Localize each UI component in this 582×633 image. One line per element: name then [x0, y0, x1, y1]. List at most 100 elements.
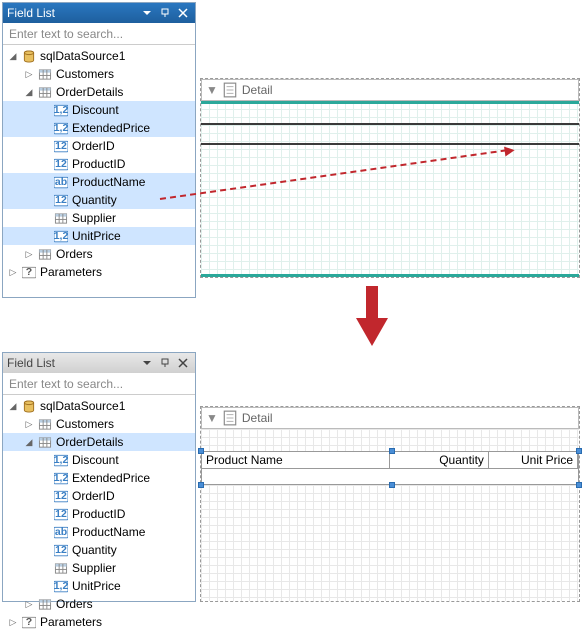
resize-handle[interactable]: [576, 448, 582, 454]
tree-node-productid[interactable]: ProductID: [3, 505, 195, 523]
expander-icon[interactable]: ◢: [23, 436, 35, 448]
report-designer-bottom[interactable]: ▼ Detail Product NameQuantityUnit Price: [200, 406, 580, 602]
tree-node-orderid[interactable]: OrderID: [3, 487, 195, 505]
node-label: OrderID: [72, 139, 115, 153]
detail-label: Detail: [242, 411, 273, 425]
expander-icon[interactable]: ▷: [7, 266, 19, 278]
tree-node-sqldatasource1[interactable]: ◢sqlDataSource1: [3, 397, 195, 415]
panel-titlebar[interactable]: Field List: [3, 3, 195, 23]
collapse-icon[interactable]: ▼: [206, 411, 218, 425]
tree-node-productname[interactable]: ProductName: [3, 523, 195, 541]
tree-node-customers[interactable]: ▷Customers: [3, 415, 195, 433]
tree-node-supplier[interactable]: Supplier: [3, 559, 195, 577]
expander-icon[interactable]: ▷: [23, 248, 35, 260]
tree-node-productid[interactable]: ProductID: [3, 155, 195, 173]
close-icon[interactable]: [175, 356, 191, 370]
table-icon: [37, 597, 53, 611]
table-icon: [37, 67, 53, 81]
tree-node-customers[interactable]: ▷Customers: [3, 65, 195, 83]
tree-node-extendedprice[interactable]: ExtendedPrice: [3, 469, 195, 487]
expander-icon[interactable]: [39, 454, 51, 466]
tree-node-orderdetails[interactable]: ◢OrderDetails: [3, 83, 195, 101]
expander-icon[interactable]: ◢: [7, 50, 19, 62]
expander-icon[interactable]: ▷: [23, 68, 35, 80]
expander-icon[interactable]: [39, 472, 51, 484]
detail-band-header[interactable]: ▼ Detail: [201, 79, 579, 101]
expander-icon[interactable]: [39, 508, 51, 520]
detail-icon: [222, 411, 238, 425]
expander-icon[interactable]: [39, 580, 51, 592]
expander-icon[interactable]: [39, 544, 51, 556]
pin-icon[interactable]: [157, 356, 173, 370]
tree-node-quantity[interactable]: Quantity: [3, 541, 195, 559]
expander-icon[interactable]: ◢: [7, 400, 19, 412]
tree-node-orderdetails[interactable]: ◢OrderDetails: [3, 433, 195, 451]
search-input[interactable]: Enter text to search...: [3, 373, 195, 395]
panel-title: Field List: [7, 356, 139, 370]
column-header[interactable]: Unit Price: [489, 452, 578, 468]
expander-icon[interactable]: [39, 140, 51, 152]
tree-node-unitprice[interactable]: UnitPrice: [3, 227, 195, 245]
expander-icon[interactable]: [39, 122, 51, 134]
expander-icon[interactable]: [39, 176, 51, 188]
field-tree[interactable]: ◢sqlDataSource1▷Customers◢OrderDetailsDi…: [3, 45, 195, 283]
tree-node-orders[interactable]: ▷Orders: [3, 595, 195, 613]
resize-handle[interactable]: [198, 448, 204, 454]
field-tree[interactable]: ◢sqlDataSource1▷Customers◢OrderDetails Di…: [3, 395, 195, 633]
node-label: Discount: [72, 453, 119, 467]
resize-handle[interactable]: [198, 482, 204, 488]
expander-icon[interactable]: [39, 194, 51, 206]
node-label: Supplier: [72, 211, 116, 225]
expander-icon[interactable]: ▷: [7, 616, 19, 628]
table-icon: [53, 211, 69, 225]
detail-band-header[interactable]: ▼ Detail: [201, 407, 579, 429]
resize-handle[interactable]: [389, 482, 395, 488]
expander-icon[interactable]: [39, 104, 51, 116]
tree-node-quantity[interactable]: Quantity: [3, 191, 195, 209]
column-header[interactable]: Product Name: [202, 452, 390, 468]
tree-node-discount[interactable]: Discount: [3, 451, 195, 469]
int-icon: [53, 507, 69, 521]
expander-icon[interactable]: ◢: [23, 86, 35, 98]
expander-icon[interactable]: [39, 158, 51, 170]
num-icon: [53, 453, 69, 467]
tree-node-productname[interactable]: ProductName: [3, 173, 195, 191]
resize-handle[interactable]: [576, 482, 582, 488]
detail-icon: [222, 83, 238, 97]
expander-icon[interactable]: ▷: [23, 418, 35, 430]
int-icon: [53, 157, 69, 171]
report-designer-top[interactable]: ▼ Detail: [200, 78, 580, 278]
db-icon: [21, 399, 37, 413]
tree-node-orderid[interactable]: OrderID: [3, 137, 195, 155]
panel-titlebar[interactable]: Field List: [3, 353, 195, 373]
num-icon: [53, 471, 69, 485]
collapse-icon[interactable]: ▼: [206, 83, 218, 97]
search-input[interactable]: Enter text to search...: [3, 23, 195, 45]
expander-icon[interactable]: [39, 562, 51, 574]
resize-handle[interactable]: [389, 448, 395, 454]
tree-node-discount[interactable]: Discount: [3, 101, 195, 119]
expander-icon[interactable]: [39, 212, 51, 224]
field-list-panel-bottom: Field List Enter text to search... ◢sqlD…: [2, 352, 196, 602]
tree-node-extendedprice[interactable]: ExtendedPrice: [3, 119, 195, 137]
str-icon: [53, 175, 69, 189]
num-icon: [53, 579, 69, 593]
expander-icon[interactable]: [39, 490, 51, 502]
tree-node-parameters[interactable]: ▷Parameters: [3, 613, 195, 631]
expander-icon[interactable]: ▷: [23, 598, 35, 610]
table-icon: [37, 85, 53, 99]
tree-node-orders[interactable]: ▷Orders: [3, 245, 195, 263]
tree-node-supplier[interactable]: Supplier: [3, 209, 195, 227]
pin-icon[interactable]: [157, 6, 173, 20]
dropdown-icon[interactable]: [139, 6, 155, 20]
tree-node-unitprice[interactable]: UnitPrice: [3, 577, 195, 595]
expander-icon[interactable]: [39, 526, 51, 538]
tree-node-parameters[interactable]: ▷Parameters: [3, 263, 195, 281]
column-header[interactable]: Quantity: [390, 452, 489, 468]
node-label: ProductID: [72, 507, 125, 521]
close-icon[interactable]: [175, 6, 191, 20]
tree-node-sqldatasource1[interactable]: ◢sqlDataSource1: [3, 47, 195, 65]
expander-icon[interactable]: [39, 230, 51, 242]
dropdown-icon[interactable]: [139, 356, 155, 370]
int-icon: [53, 193, 69, 207]
